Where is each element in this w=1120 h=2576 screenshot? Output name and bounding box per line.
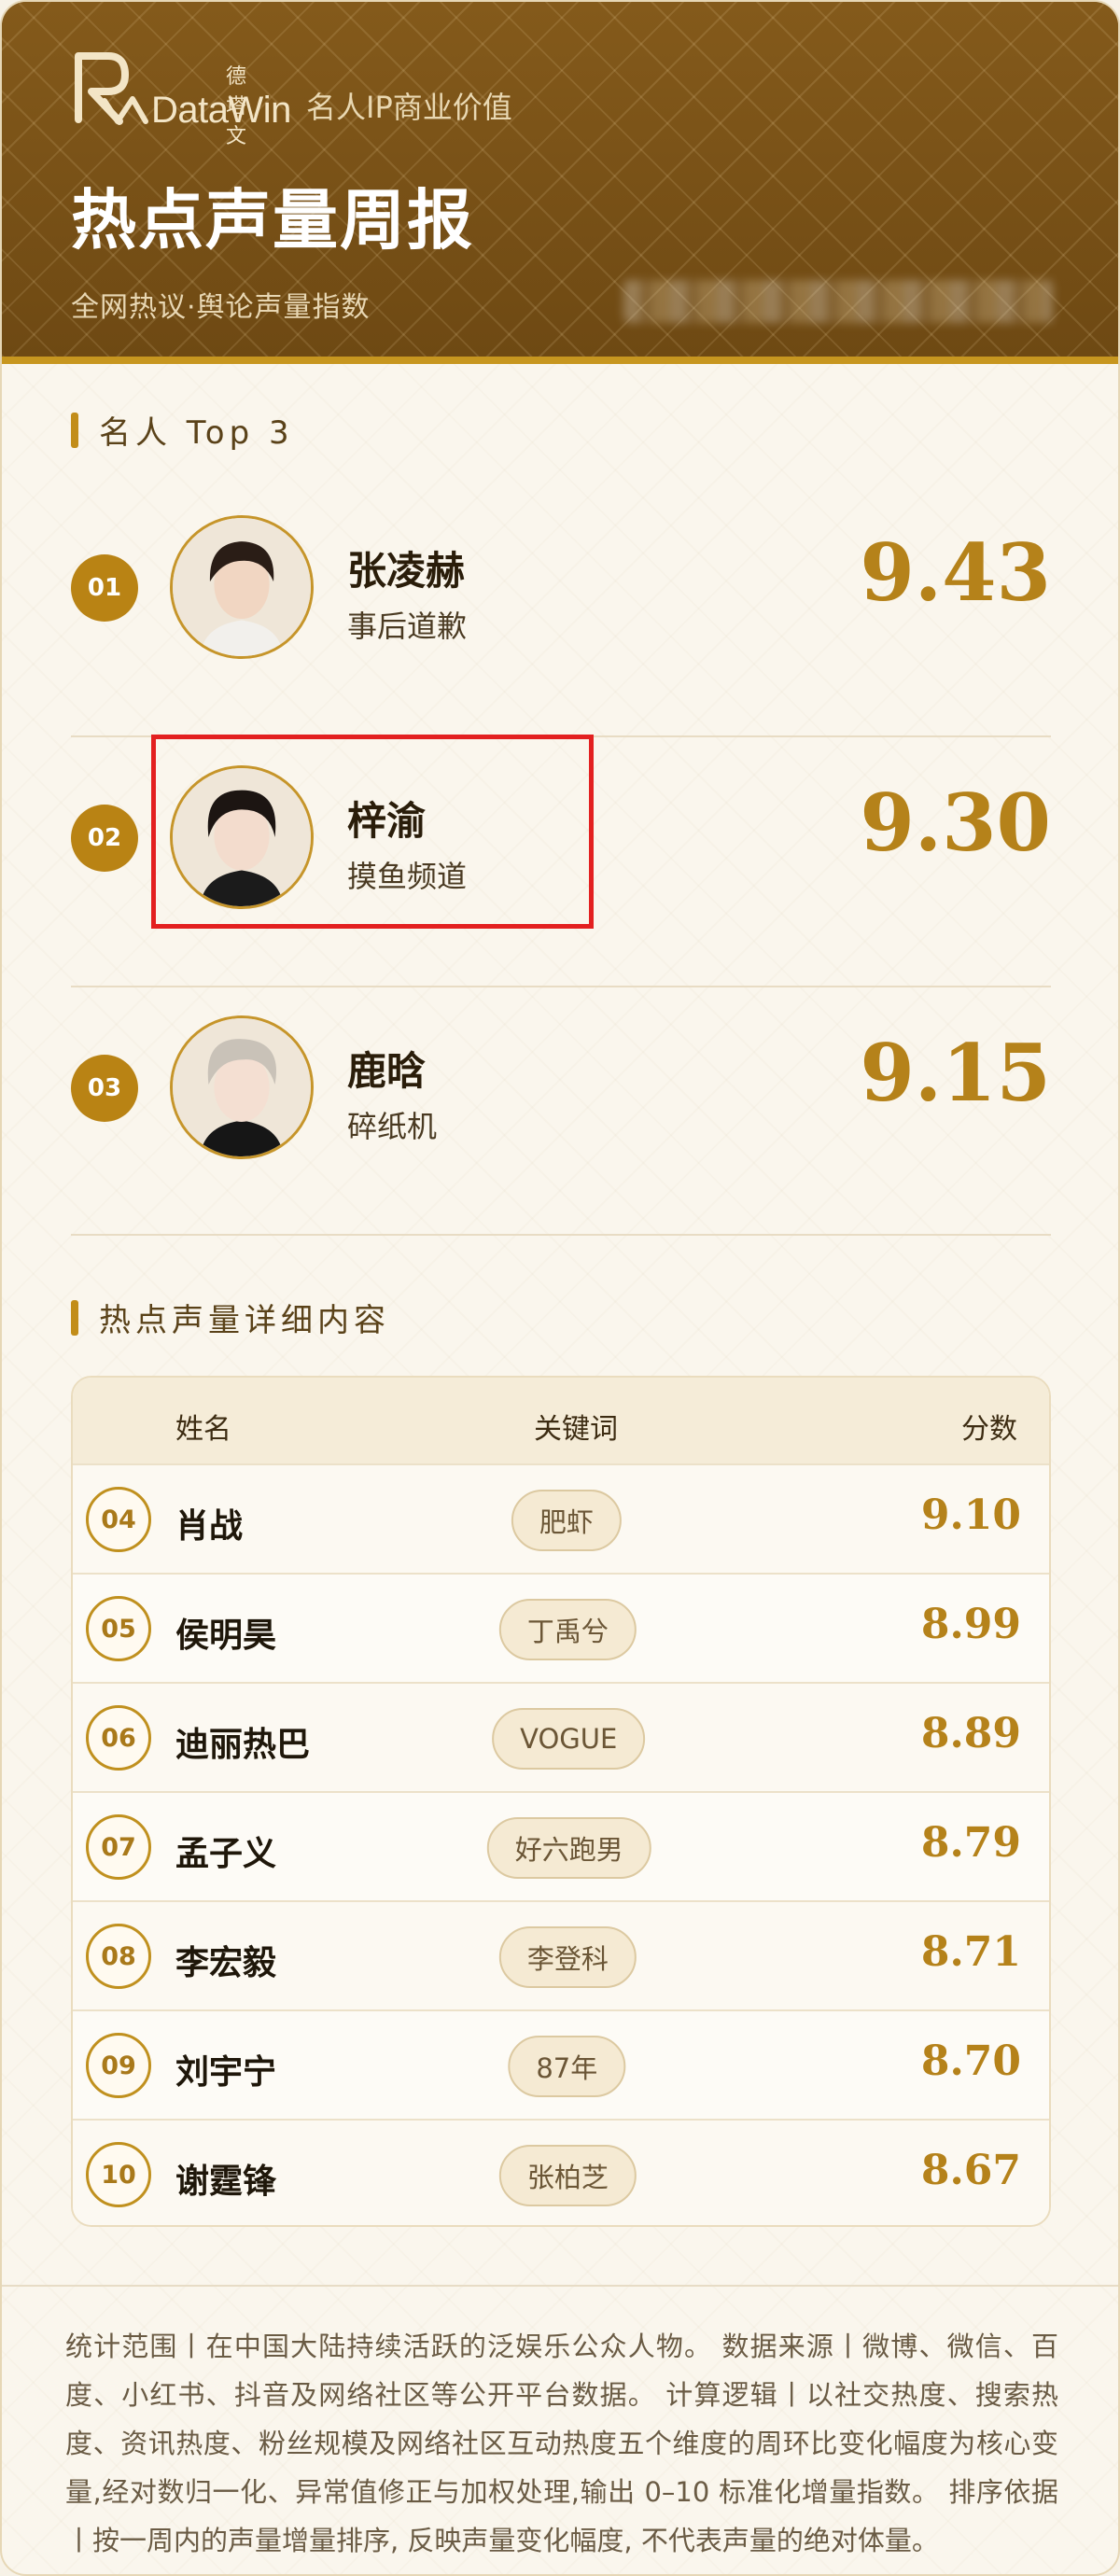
rank-badge: 03 [71, 1055, 138, 1122]
celebrity-name: 刘宇宁 [175, 2053, 277, 2092]
celebrity-score: 9.30 [860, 777, 1051, 869]
brand-subtitle: 名人IP商业价值 [306, 90, 512, 125]
keyword-tag: VOGUE [492, 1708, 646, 1770]
celebrity-name: 侯明昊 [175, 1617, 277, 1655]
celebrity-name: 孟子义 [175, 1835, 277, 1873]
page-subtitle: 全网热议·舆论声量指数 [71, 291, 371, 324]
rank-badge: 08 [86, 1924, 151, 1989]
celebrity-name: 迪丽热巴 [175, 1726, 311, 1764]
table-row[interactable]: 08 李宏毅 李登科 8.71 [73, 1900, 1049, 2009]
keyword-tag: 丁禹兮 [498, 1599, 637, 1660]
table-row[interactable]: 06 迪丽热巴 VOGUE 8.89 [73, 1682, 1049, 1791]
avatar [170, 1015, 314, 1159]
person-avatar-icon [173, 1018, 311, 1156]
top3-item-1[interactable]: 01 张凌赫 事后道歉 9.43 [71, 487, 1051, 711]
section-top3-heading: 名人 Top 3 [71, 407, 294, 453]
redacted-date [623, 280, 1053, 323]
celebrity-score: 9.10 [920, 1491, 1021, 1539]
section-detail-title: 热点声量详细内容 [99, 1302, 390, 1339]
logo-text: DataWin [151, 90, 291, 131]
rank-badge: 07 [86, 1814, 151, 1880]
person-avatar-icon [173, 518, 311, 656]
celebrity-name: 肖战 [175, 1507, 244, 1546]
celebrity-score: 8.79 [920, 1819, 1021, 1867]
celebrity-score: 8.71 [920, 1928, 1021, 1976]
footnote: 统计范围丨在中国大陆持续活跃的泛娱乐公众人物。 数据来源丨微博、微信、百度、小红… [65, 2331, 1058, 2556]
report-card: 德塔文 DataWin 名人IP商业价值 热点声量周报 全网热议·舆论声量指数 … [0, 0, 1120, 2576]
column-header-score: 分数 [961, 1413, 1017, 1446]
table-row[interactable]: 04 肖战 肥虾 9.10 [73, 1463, 1049, 1573]
rank-badge: 01 [71, 554, 138, 622]
table-row[interactable]: 10 谢霆锋 张柏芝 8.67 [73, 2119, 1049, 2225]
rank-badge: 06 [86, 1705, 151, 1771]
column-header-name: 姓名 [175, 1413, 231, 1446]
celebrity-score: 8.67 [920, 2147, 1021, 2194]
celebrity-name: 李宏毅 [175, 1944, 277, 1982]
rank-badge: 10 [86, 2142, 151, 2207]
celebrity-keyword: 事后道歉 [347, 609, 468, 644]
keyword-tag: 李登科 [498, 1926, 637, 1988]
column-header-keyword: 关键词 [534, 1413, 618, 1446]
datawin-logo: 德塔文 DataWin [71, 47, 291, 148]
section-detail-heading: 热点声量详细内容 [71, 1295, 390, 1340]
table-row[interactable]: 07 孟子义 好六跑男 8.79 [73, 1791, 1049, 1900]
rank-badge: 09 [86, 2033, 151, 2098]
highlight-box [151, 735, 594, 929]
section-bar [71, 412, 78, 448]
page-title: 热点声量周报 [71, 182, 474, 259]
table-row[interactable]: 05 侯明昊 丁禹兮 8.99 [73, 1573, 1049, 1682]
ranking-table: 姓名 关键词 分数 04 肖战 肥虾 9.10 05 侯明昊 丁禹兮 8.99 06 迪丽热巴 VO… [71, 1376, 1051, 2227]
rank-badge: 04 [86, 1487, 151, 1552]
celebrity-name: 张凌赫 [347, 548, 466, 594]
datawin-logo-icon [75, 52, 148, 125]
rank-badge: 02 [71, 805, 138, 872]
celebrity-score: 8.89 [920, 1710, 1021, 1757]
celebrity-keyword: 碎纸机 [347, 1109, 438, 1144]
celebrity-score: 9.15 [860, 1027, 1051, 1119]
avatar [170, 515, 314, 659]
keyword-tag: 张柏芝 [498, 2145, 637, 2206]
rank-badge: 05 [86, 1596, 151, 1661]
header-banner: 德塔文 DataWin 名人IP商业价值 热点声量周报 全网热议·舆论声量指数 [2, 2, 1118, 364]
celebrity-name: 谢霆锋 [175, 2163, 277, 2201]
celebrity-score: 8.99 [920, 1601, 1021, 1648]
celebrity-score: 9.43 [860, 526, 1051, 619]
section-top3-title: 名人 Top 3 [99, 414, 294, 452]
keyword-tag: 肥虾 [511, 1490, 622, 1551]
table-row[interactable]: 09 刘宇宁 87年 8.70 [73, 2009, 1049, 2119]
celebrity-score: 8.70 [920, 2037, 1021, 2085]
top3-item-3[interactable]: 03 鹿晗 碎纸机 9.15 [71, 987, 1051, 1211]
section-bar [71, 1299, 78, 1336]
keyword-tag: 87年 [508, 2036, 626, 2097]
celebrity-name: 鹿晗 [347, 1048, 427, 1094]
divider [71, 1234, 1051, 1236]
table-header: 姓名 关键词 分数 [73, 1378, 1049, 1463]
keyword-tag: 好六跑男 [486, 1817, 651, 1879]
footer-divider [2, 2285, 1118, 2287]
